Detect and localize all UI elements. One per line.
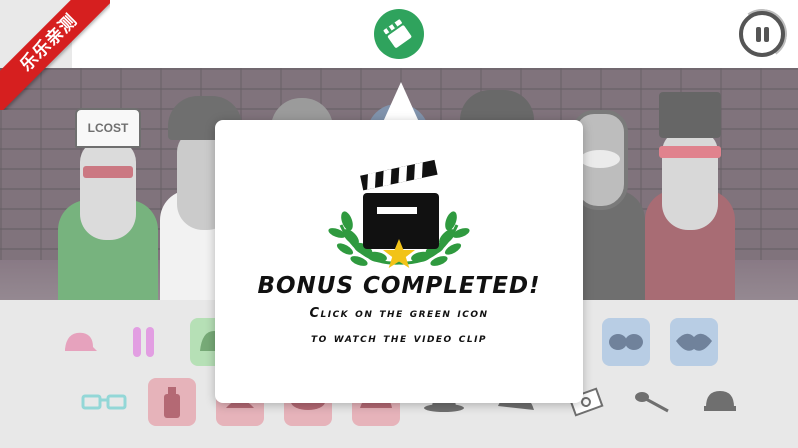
pause-button[interactable] bbox=[739, 11, 785, 57]
top-bar bbox=[0, 0, 798, 68]
ribbon-label: 乐乐亲测 bbox=[0, 0, 110, 110]
dialog-instruction-line-2: to watch the video clip bbox=[310, 331, 488, 346]
clapperboard-laurel-star-icon bbox=[328, 159, 470, 268]
film-clip-button[interactable] bbox=[374, 9, 424, 59]
dialog-pointer bbox=[383, 82, 419, 122]
bonus-dialog[interactable]: BONUS COMPLETED! Click on the green icon… bbox=[215, 120, 583, 403]
dialog-title: BONUS COMPLETED! bbox=[257, 273, 541, 299]
film-clip-icon bbox=[383, 19, 412, 48]
corner-ribbon: 乐乐亲测 bbox=[0, 0, 110, 110]
dialog-instruction-line-1: Click on the green icon bbox=[309, 306, 489, 321]
